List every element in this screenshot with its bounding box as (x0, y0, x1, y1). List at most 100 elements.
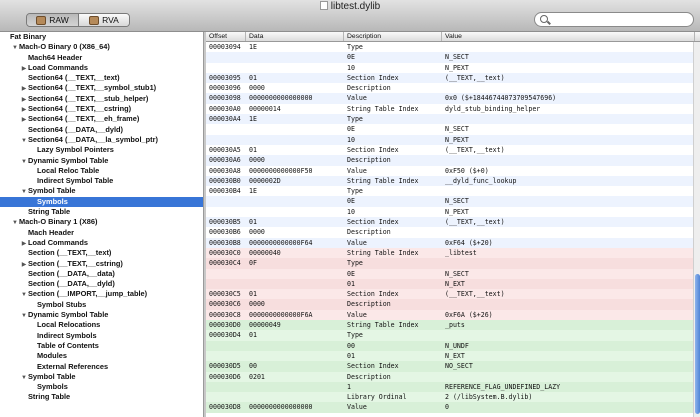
cell-data: 1E (249, 187, 257, 196)
table-row[interactable]: 000030A5 01 Section Index (__TEXT,__text) (206, 144, 695, 156)
cell-offset (206, 341, 246, 351)
sidebar-item[interactable]: ▼Symbol Table (0, 372, 203, 382)
window-title: libtest.dylib (0, 1, 700, 12)
cell-desc: 0E (347, 197, 355, 206)
sidebar-item[interactable]: Section64 (__TEXT,__text) (0, 73, 203, 83)
sidebar-item-label: String Table (28, 207, 71, 217)
table-row[interactable]: 000030C4 0F Type (206, 258, 695, 269)
column-header-description[interactable]: Description (344, 32, 442, 41)
table-row[interactable]: 000030B8 0000000000000F64 Value 0xF64 ($+20… (206, 237, 695, 248)
table-row[interactable]: 000030C5 01 Section Index (__TEXT,__text) (206, 289, 695, 300)
table-row[interactable]: 01 N_EXT (206, 350, 695, 362)
table-row[interactable]: 0E N_SECT (206, 268, 695, 279)
table-row[interactable]: 10 N_PEXT (206, 62, 695, 73)
table-row[interactable]: 000030B0 0000002D String Table Index __dyld… (206, 175, 695, 187)
table-row[interactable]: Library Ordinal 2 (/libSystem.B.dylib) (206, 392, 695, 403)
sidebar-item[interactable]: ▶ Section64 (__TEXT,__cstring) (0, 104, 203, 114)
cell-desc: Description (347, 84, 391, 93)
table-row[interactable]: 000030D4 01 Type (206, 330, 695, 341)
sidebar-item-label: String Table (28, 392, 71, 402)
structure-tree[interactable]: Fat Binary ▼Mach-O Binary 0 (X86_64) Mach6… (0, 32, 204, 417)
table-row[interactable]: 00003094 1E Type (206, 42, 695, 53)
table-row[interactable]: 00003095 01 Section Index (__TEXT,__text) (206, 72, 695, 84)
sidebar-item-label: Table of Contents (37, 340, 99, 350)
column-header-data[interactable]: Data (246, 32, 344, 41)
sidebar-item[interactable]: Table of Contents (0, 341, 203, 351)
table-row[interactable]: 0E N_SECT (206, 124, 695, 135)
sidebar-item[interactable]: ▶ Load Commands (0, 238, 203, 248)
table-row[interactable]: 000030A6 0000 Description (206, 155, 695, 166)
sidebar-item[interactable]: Mach64 Header (0, 53, 203, 63)
sidebar-item[interactable]: ▼Mach-O Binary 0 (X86_64) (0, 42, 203, 52)
cell-data (246, 382, 344, 392)
sidebar-item[interactable]: Section (__TEXT,__text) (0, 248, 203, 258)
sidebar-item[interactable]: ▼Section (__IMPORT,__jump_table) (0, 289, 203, 299)
sidebar-item[interactable]: Indirect Symbols (0, 331, 203, 341)
search-field[interactable] (534, 12, 694, 27)
table-row[interactable]: 000030A0 00000014 String Table Index dyld_s… (206, 103, 695, 115)
sidebar-item[interactable]: ▶ Section64 (__TEXT,__eh_frame) (0, 114, 203, 124)
table-row[interactable]: 000030C6 0000 Description (206, 299, 695, 310)
cell-data: 00000040 (249, 248, 281, 257)
sidebar-item[interactable]: Mach Header (0, 228, 203, 238)
sidebar-item[interactable]: ▶ Section (__TEXT,__cstring) (0, 259, 203, 269)
table-row[interactable]: 01 N_EXT (206, 278, 695, 290)
sidebar-item[interactable]: ▼Section64 (__DATA,__la_symbol_ptr) (0, 135, 203, 145)
table-row[interactable]: 00 N_UNDF (206, 340, 695, 351)
table-row[interactable]: 000030B5 01 Section Index (__TEXT,__text) (206, 217, 695, 228)
column-header-offset[interactable]: Offset (206, 32, 246, 41)
sidebar-item[interactable]: Local Reloc Table (0, 166, 203, 176)
table-row[interactable]: 000030D6 0201 Description (206, 371, 695, 382)
sidebar-item[interactable]: ▼Mach-O Binary 1 (X86) (0, 217, 203, 227)
sidebar-item[interactable]: Local Relocations (0, 320, 203, 330)
cell-offset: 000030B8 (209, 238, 241, 247)
table-row[interactable]: 00003098 0000000000000000 Value 0x0 ($+1844… (206, 93, 695, 104)
sidebar-item[interactable]: External References (0, 362, 203, 372)
cell-value: N_EXT (445, 351, 465, 360)
scrollbar-thumb[interactable] (695, 274, 700, 414)
table-row[interactable]: 10 N_PEXT (206, 206, 695, 218)
table-row[interactable]: 00003096 0000 Description (206, 83, 695, 94)
sidebar-item[interactable]: ▶ Section64 (__TEXT,__stub_helper) (0, 94, 203, 104)
table-row[interactable]: 0E N_SECT (206, 52, 695, 63)
sidebar-item[interactable]: ▼Dynamic Symbol Table (0, 156, 203, 166)
table-row[interactable]: 000030C8 0000000000000F6A Value 0xF6A ($+26… (206, 309, 695, 321)
table-row[interactable]: 1 REFERENCE_FLAG_UNDEFINED_LAZY (206, 381, 695, 393)
sidebar-item[interactable]: ▶ Load Commands (0, 63, 203, 73)
table-row[interactable]: 000030B6 0000 Description (206, 227, 695, 238)
sidebar-item[interactable]: String Table (0, 392, 203, 402)
sidebar-item[interactable]: Modules (0, 351, 203, 361)
table-row[interactable]: 000030C0 00000040 String Table Index _libte… (206, 247, 695, 259)
table-row[interactable]: 000030A4 1E Type (206, 114, 695, 125)
sidebar-item[interactable]: ▼Dynamic Symbol Table (0, 310, 203, 320)
table-row[interactable]: 0E N_SECT (206, 196, 695, 207)
sidebar-item[interactable]: Section64 (__DATA,__dyld) (0, 125, 203, 135)
sidebar-item[interactable]: Lazy Symbol Pointers (0, 145, 203, 155)
table-row[interactable]: 000030D0 00000049 String Table Index _puts (206, 320, 695, 331)
table-row[interactable]: 000030D5 00 Section Index NO_SECT (206, 361, 695, 372)
cell-data (246, 392, 344, 402)
cell-data: 0000 (249, 300, 265, 309)
sidebar-item[interactable]: String Table (0, 207, 203, 217)
raw-mode-button[interactable]: RAW (27, 14, 78, 26)
cell-value (442, 186, 695, 196)
sidebar-item[interactable]: Fat Binary (0, 32, 203, 42)
sidebar-item[interactable]: Symbols (0, 196, 203, 208)
vertical-scrollbar[interactable] (693, 42, 700, 417)
sidebar-item[interactable]: Symbol Stubs (0, 300, 203, 310)
sidebar-item[interactable]: Section (__DATA,__data) (0, 269, 203, 279)
cell-desc: Type (347, 43, 363, 51)
table-row[interactable]: 000030B4 1E Type (206, 186, 695, 197)
sidebar-item[interactable]: Symbols (0, 382, 203, 392)
column-header-value[interactable]: Value (442, 32, 695, 41)
search-input[interactable] (551, 14, 689, 25)
rva-mode-button[interactable]: RVA (78, 14, 129, 26)
sidebar-item[interactable]: ▶ Section64 (__TEXT,__symbol_stub1) (0, 83, 203, 93)
sidebar-item[interactable]: ▼Symbol Table (0, 186, 203, 196)
table-row[interactable]: 000030A8 0000000000000F50 Value 0xF50 ($+0) (206, 165, 695, 176)
table-row[interactable]: 000030D8 0000000000000000 Value 0 (206, 402, 695, 413)
sidebar-item[interactable]: Section (__DATA,__dyld) (0, 279, 203, 289)
table-row[interactable]: 10 N_PEXT (206, 134, 695, 145)
sidebar-item[interactable]: Indirect Symbol Table (0, 176, 203, 186)
cell-offset: 00003098 (209, 94, 241, 103)
